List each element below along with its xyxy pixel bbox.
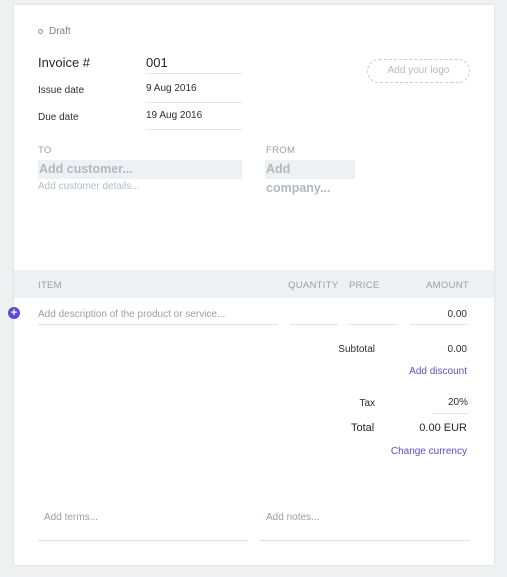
tax-label: Tax — [359, 398, 375, 409]
invoice-number-label: Invoice # — [38, 55, 91, 70]
add-discount-link[interactable]: Add discount — [384, 366, 467, 377]
item-description-input[interactable]: Add description of the product or servic… — [38, 305, 278, 325]
price-column-header: PRICE — [349, 280, 380, 291]
change-currency-link[interactable]: Change currency — [367, 446, 467, 457]
status-label: Draft — [49, 26, 71, 37]
subtotal-value: 0.00 — [447, 344, 467, 355]
from-label: FROM — [266, 145, 296, 156]
invoice-number-field[interactable]: 001 — [146, 53, 242, 74]
item-column-header: ITEM — [38, 280, 62, 291]
status-circle-icon — [38, 29, 43, 34]
add-line-item-plus-icon[interactable]: + — [8, 307, 20, 319]
amount-column-header: AMOUNT — [426, 280, 469, 291]
item-price-input[interactable] — [349, 305, 397, 325]
due-date-field[interactable]: 19 Aug 2016 — [146, 108, 242, 130]
due-date-label: Due date — [38, 112, 79, 123]
status-indicator: Draft — [38, 26, 71, 37]
notes-input[interactable]: Add notes... — [260, 507, 470, 541]
quantity-column-header: QUANTITY — [288, 280, 339, 291]
item-quantity-input[interactable] — [290, 305, 338, 325]
company-input[interactable]: Add company... — [265, 160, 355, 195]
tax-input[interactable]: 20% — [433, 394, 468, 414]
invoice-sheet: Draft Invoice # 001 Issue date 9 Aug 201… — [8, 5, 494, 565]
subtotal-label: Subtotal — [338, 344, 375, 355]
issue-date-field[interactable]: 9 Aug 2016 — [146, 81, 242, 103]
total-label: Total — [351, 422, 375, 434]
add-logo-button[interactable]: Add your logo — [367, 59, 470, 83]
issue-date-label: Issue date — [38, 85, 85, 96]
terms-input[interactable]: Add terms... — [38, 507, 248, 541]
total-value: 0.00 EUR — [419, 422, 467, 434]
customer-details-input[interactable]: Add customer details... — [38, 181, 140, 192]
item-amount-value: 0.00 — [410, 305, 467, 325]
to-label: TO — [38, 145, 52, 156]
customer-input[interactable]: Add customer... — [38, 160, 242, 179]
